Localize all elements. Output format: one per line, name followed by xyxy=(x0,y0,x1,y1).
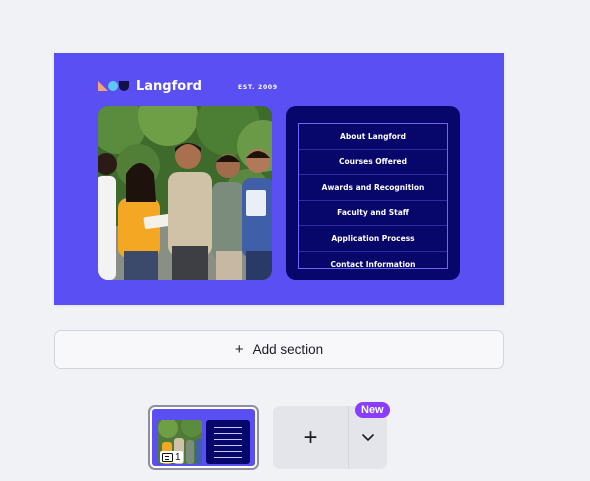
brand-name: Langford xyxy=(136,78,202,94)
menu-card[interactable]: About Langford Courses Offered Awards an… xyxy=(286,106,460,280)
add-section-label: Add section xyxy=(252,342,324,357)
plus-icon: + xyxy=(303,423,318,451)
students-photo-image xyxy=(98,106,272,280)
menu-item-courses[interactable]: Courses Offered xyxy=(299,150,447,175)
page-thumbnail[interactable]: 1 xyxy=(148,405,259,470)
page-icon xyxy=(162,452,173,462)
menu-item-application[interactable]: Application Process xyxy=(299,226,447,252)
editor-workspace: Langford EST. 2009 About Langford Course… xyxy=(0,0,590,481)
established-text[interactable]: EST. 2009 xyxy=(238,84,278,91)
new-badge: New xyxy=(355,402,390,418)
add-page-button[interactable]: + xyxy=(273,406,348,469)
design-canvas[interactable]: Langford EST. 2009 About Langford Course… xyxy=(54,53,504,305)
menu-item-faculty[interactable]: Faculty and Staff xyxy=(299,201,447,226)
page-number: 1 xyxy=(175,451,181,463)
thumbnail-menu xyxy=(206,420,250,464)
menu-frame: About Langford Courses Offered Awards an… xyxy=(298,123,448,269)
plus-icon: + xyxy=(234,341,244,358)
add-section-button[interactable]: + Add section xyxy=(54,330,504,369)
logo-mark-icon xyxy=(98,80,130,92)
page-number-badge: 1 xyxy=(160,451,183,463)
students-photo[interactable] xyxy=(98,106,272,280)
menu-item-about[interactable]: About Langford xyxy=(299,124,447,150)
logo[interactable]: Langford xyxy=(98,77,202,95)
menu-item-awards[interactable]: Awards and Recognition xyxy=(299,175,447,201)
page-thumbnail-preview: 1 xyxy=(152,409,255,466)
chevron-down-icon xyxy=(362,433,374,441)
menu-item-contact[interactable]: Contact Information xyxy=(299,252,447,278)
